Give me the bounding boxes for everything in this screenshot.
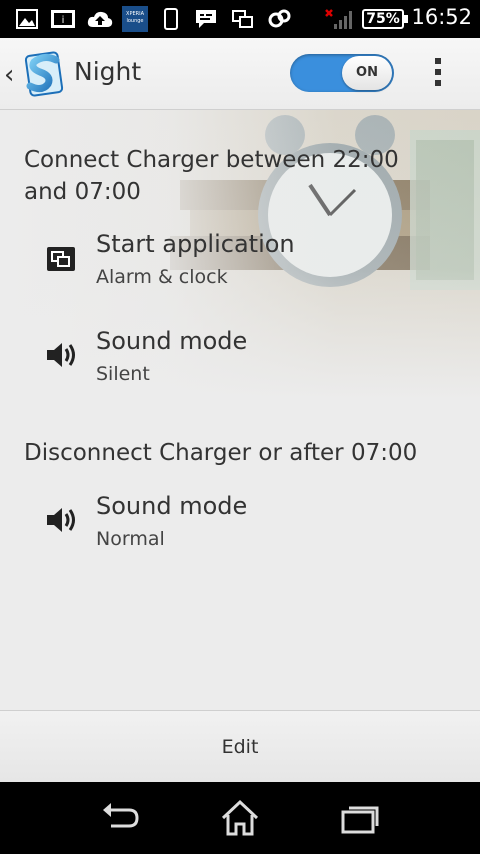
message-icon [196, 10, 216, 28]
clock: 16:52 [411, 5, 472, 29]
item-title-sound-mode-normal[interactable]: Sound mode [96, 492, 247, 520]
item-subtitle-start-application: Alarm & clock [96, 266, 228, 288]
status-bar: i XPERIA lounge 75% 16:52 [0, 0, 480, 38]
item-title-start-application[interactable]: Start application [96, 230, 295, 258]
overflow-menu-icon[interactable] [430, 58, 446, 92]
home-icon[interactable] [215, 798, 265, 838]
toggle-knob[interactable]: ON [342, 56, 392, 90]
event-detail-content: Connect Charger between 22:00 and 07:00 … [0, 110, 480, 710]
speaker-icon [47, 508, 75, 532]
info-notification-icon: i [51, 10, 75, 28]
section-header-disconnect: Disconnect Charger or after 07:00 [24, 440, 418, 466]
start-application-icon [47, 247, 75, 271]
sync-icon [268, 9, 291, 28]
navigation-bar [0, 782, 480, 854]
no-signal-icon [325, 9, 352, 29]
page-title: Night [74, 57, 142, 86]
back-icon[interactable] [95, 798, 145, 838]
battery-indicator: 75% [362, 9, 408, 29]
section-header-connect: Connect Charger between 22:00 and 07:00 [24, 147, 399, 205]
phone-icon [164, 8, 178, 30]
up-navigation-chevron-icon[interactable]: ‹ [4, 60, 14, 90]
speaker-icon [47, 343, 75, 367]
night-event-toggle[interactable]: ON [290, 54, 394, 92]
item-title-sound-mode-silent[interactable]: Sound mode [96, 327, 247, 355]
item-subtitle-normal: Normal [96, 528, 165, 550]
edit-button[interactable]: Edit [0, 711, 480, 783]
smart-connect-logo-icon[interactable] [22, 50, 66, 98]
item-subtitle-silent: Silent [96, 363, 150, 385]
bottom-action-bar: Edit [0, 710, 480, 782]
screen-mirror-icon [232, 10, 253, 28]
cloud-upload-icon [87, 11, 113, 27]
xperia-lounge-icon: XPERIA lounge [122, 6, 148, 32]
recent-apps-icon[interactable] [335, 798, 385, 838]
action-bar: ‹ Night ON [0, 38, 480, 110]
picture-icon [16, 9, 38, 29]
svg-text:i: i [62, 15, 65, 26]
